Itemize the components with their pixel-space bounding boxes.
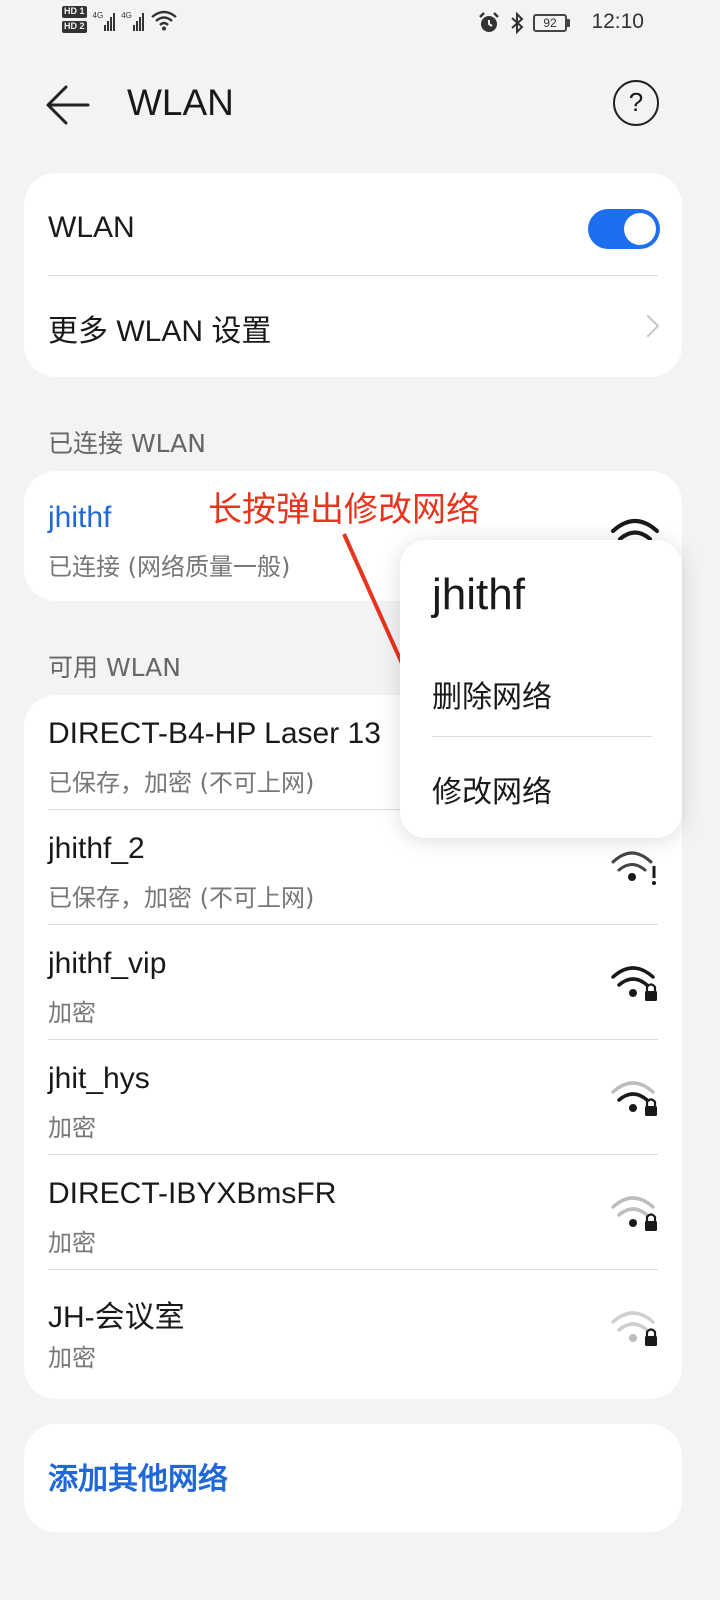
status-bar: HD 1 HD 2 4G 4G 92 12:10	[0, 0, 720, 50]
network-name: jhit_hys	[48, 1062, 150, 1095]
popup-title: jhithf	[432, 570, 525, 619]
wifi-no-internet-icon	[611, 851, 656, 885]
status-left: HD 1 HD 2 4G 4G	[62, 6, 178, 33]
wlan-settings-card: WLAN 更多 WLAN 设置	[24, 173, 682, 377]
connected-network-status: 已连接 (网络质量一般)	[48, 553, 291, 581]
back-button[interactable]	[44, 80, 94, 130]
wifi-locked-weak-icon	[611, 1196, 657, 1231]
wlan-toggle-label: WLAN	[48, 211, 135, 244]
network-row[interactable]: JH-会议室 加密	[24, 1270, 682, 1385]
network-row[interactable]: jhithf_vip 加密	[24, 925, 682, 1040]
connected-network-name: jhithf	[48, 501, 112, 534]
network-type: 4G	[92, 10, 104, 20]
add-network-card[interactable]: 添加其他网络	[24, 1424, 682, 1532]
wifi-locked-very-weak-icon	[611, 1311, 657, 1346]
wlan-toggle-row[interactable]: WLAN	[24, 173, 682, 275]
network-type: 4G	[121, 10, 132, 20]
wifi-status-icon	[151, 10, 177, 30]
bluetooth-icon	[511, 11, 524, 35]
network-status: 加密	[48, 1229, 96, 1257]
more-wlan-settings-row[interactable]: 更多 WLAN 设置	[24, 276, 682, 377]
network-status: 加密	[48, 1114, 96, 1142]
network-name: jhithf_vip	[48, 947, 167, 980]
chevron-right-icon	[636, 314, 660, 338]
hd-badge: HD 1	[62, 6, 87, 18]
clock: 12:10	[591, 10, 644, 33]
add-other-network-link[interactable]: 添加其他网络	[48, 1454, 228, 1498]
status-right: 92	[477, 11, 570, 35]
cell-signal-icon: 4G	[93, 9, 116, 31]
divider	[432, 736, 652, 737]
hd-badges: HD 1 HD 2	[62, 6, 87, 33]
network-name: DIRECT-IBYXBmsFR	[48, 1177, 337, 1210]
page-title: WLAN	[127, 82, 234, 123]
connected-section-label: 已连接 WLAN	[48, 429, 206, 458]
network-context-menu: jhithf 删除网络 修改网络	[400, 540, 682, 838]
cell-signal-icon: 4G	[121, 9, 144, 31]
network-status: 加密	[48, 999, 96, 1027]
wifi-locked-medium-icon	[611, 1081, 657, 1116]
network-row[interactable]: DIRECT-IBYXBmsFR 加密	[24, 1155, 682, 1270]
network-status: 已保存，加密 (不可上网)	[48, 769, 315, 797]
network-name: JH-会议室	[48, 1301, 185, 1334]
delete-network-option[interactable]: 删除网络	[432, 672, 552, 716]
network-name: DIRECT-B4-HP Laser 13	[48, 717, 381, 750]
wifi-locked-strong-icon	[611, 966, 657, 1001]
network-status: 已保存，加密 (不可上网)	[48, 884, 315, 912]
available-section-label: 可用 WLAN	[48, 653, 181, 682]
hd-badge: HD 2	[62, 21, 87, 33]
back-arrow-icon	[46, 85, 90, 125]
battery-icon: 92	[533, 14, 570, 32]
help-button[interactable]: ?	[613, 80, 659, 126]
annotation-text: 长按弹出修改网络	[208, 490, 480, 530]
network-row[interactable]: jhit_hys 加密	[24, 1040, 682, 1155]
wlan-toggle-switch[interactable]	[588, 209, 660, 249]
network-status: 加密	[48, 1344, 96, 1372]
battery-level: 92	[533, 14, 567, 32]
modify-network-option[interactable]: 修改网络	[432, 767, 552, 811]
alarm-icon	[479, 12, 499, 32]
more-wlan-settings-label: 更多 WLAN 设置	[48, 315, 272, 348]
network-name: jhithf_2	[48, 832, 145, 865]
header: WLAN ?	[0, 70, 720, 140]
